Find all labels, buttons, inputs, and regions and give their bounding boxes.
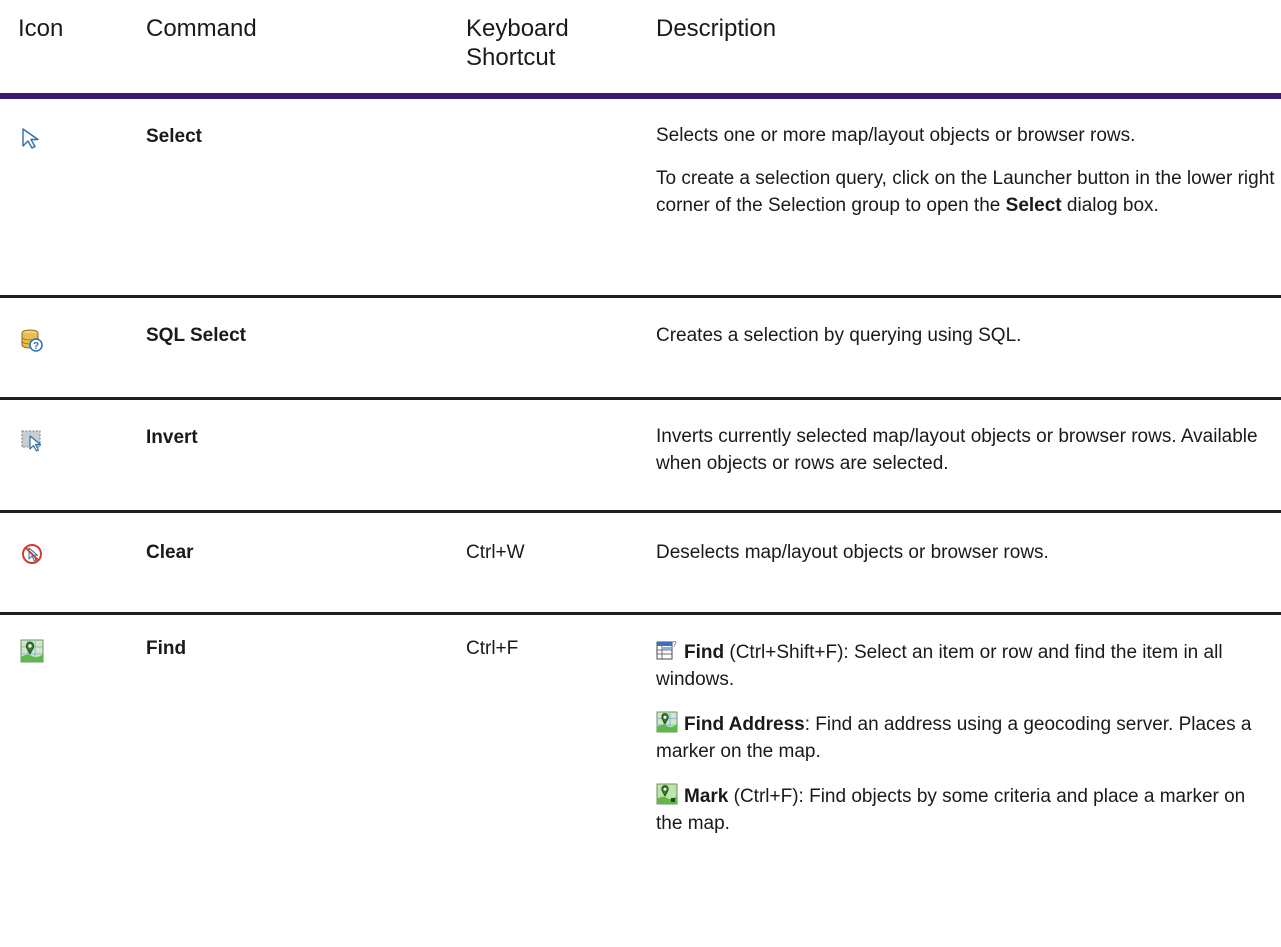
svg-text:?: ? bbox=[33, 341, 39, 352]
svg-text:?: ? bbox=[672, 640, 677, 649]
mark-icon bbox=[656, 783, 678, 805]
clear-selection-icon bbox=[20, 542, 44, 566]
description: Selects one or more map/layout objects o… bbox=[656, 122, 1276, 219]
subitem-title: Find Address bbox=[684, 714, 805, 735]
select-dialog-name: Select bbox=[1005, 195, 1062, 216]
find-table-icon: ? bbox=[656, 639, 678, 661]
sql-select-icon: ? bbox=[20, 328, 44, 352]
table-row-find: Find Ctrl+F ? Find (Ctrl+Shift+F): Selec… bbox=[0, 615, 1281, 947]
description-text: dialog box. bbox=[1061, 195, 1159, 216]
table-row-sql-select: ? SQL Select Creates a selection by quer… bbox=[0, 298, 1281, 398]
table-row-select: Select Selects one or more map/layout ob… bbox=[0, 100, 1281, 296]
header-divider bbox=[0, 93, 1281, 99]
find-address-icon bbox=[656, 711, 678, 733]
shortcut-label: Ctrl+W bbox=[466, 542, 525, 563]
subitem-text: (Ctrl+F): Find objects by some criteria … bbox=[656, 786, 1246, 834]
command-label: Invert bbox=[146, 427, 198, 448]
table-row-invert: Invert Inverts currently selected map/la… bbox=[0, 400, 1281, 510]
select-arrow-icon bbox=[20, 126, 44, 150]
find-subitem: Find Address: Find an address using a ge… bbox=[656, 711, 1276, 765]
invert-selection-icon bbox=[20, 428, 44, 452]
header-icon: Icon bbox=[18, 15, 64, 42]
find-subitem: Mark (Ctrl+F): Find objects by some crit… bbox=[656, 783, 1276, 837]
description-text: To create a selection query, click on th… bbox=[656, 168, 1275, 216]
description-paragraph: Selects one or more map/layout objects o… bbox=[656, 125, 1136, 146]
description: Creates a selection by querying using SQ… bbox=[656, 325, 1022, 346]
header-keyboard-shortcut: Keyboard Shortcut bbox=[466, 14, 606, 72]
shortcut-label: Ctrl+F bbox=[466, 638, 519, 659]
header-shortcut-line1: Keyboard bbox=[466, 15, 569, 42]
command-label: Find bbox=[146, 638, 187, 659]
table-header: Icon Command Keyboard Shortcut Descripti… bbox=[0, 0, 1281, 100]
command-label: SQL Select bbox=[146, 325, 246, 346]
header-shortcut-line2: Shortcut bbox=[466, 44, 556, 71]
table-row-clear: Clear Ctrl+W Deselects map/layout object… bbox=[0, 513, 1281, 613]
header-command: Command bbox=[146, 15, 257, 42]
command-label: Select bbox=[146, 126, 202, 147]
description: ? Find (Ctrl+Shift+F): Select an item or… bbox=[656, 639, 1276, 837]
subitem-title: Mark bbox=[684, 786, 729, 807]
find-subitem: ? Find (Ctrl+Shift+F): Select an item or… bbox=[656, 639, 1276, 693]
subitem-title: Find bbox=[684, 642, 725, 663]
header-description: Description bbox=[656, 15, 777, 42]
find-map-pin-icon bbox=[20, 639, 44, 663]
description-paragraph: To create a selection query, click on th… bbox=[656, 165, 1276, 219]
description: Inverts currently selected map/layout ob… bbox=[656, 426, 1258, 474]
description: Deselects map/layout objects or browser … bbox=[656, 542, 1049, 563]
subitem-text: (Ctrl+Shift+F): Select an item or row an… bbox=[656, 642, 1223, 690]
command-label: Clear bbox=[146, 542, 194, 563]
